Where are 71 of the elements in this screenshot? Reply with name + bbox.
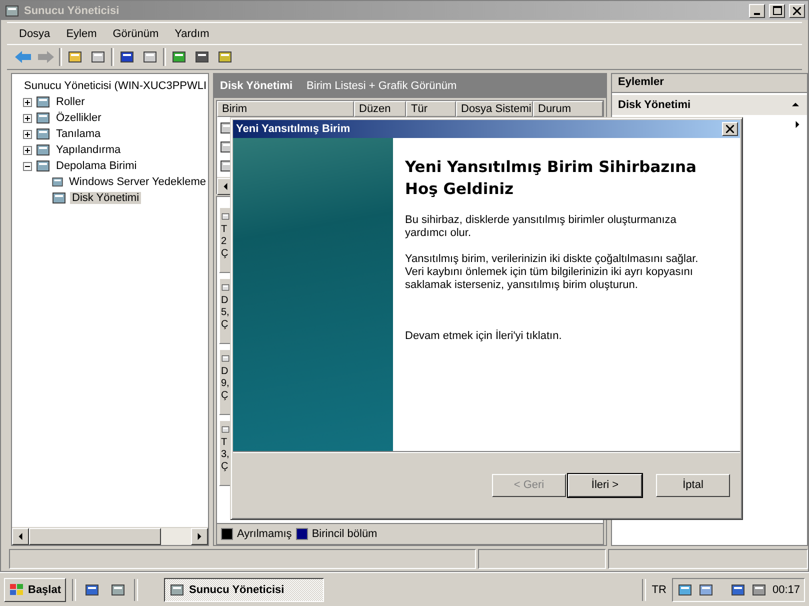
wizard-text: Bu sihirbaz, disklerde yansıtılmış birimler oluşturmanıza yardımcı olur. [405, 214, 678, 240]
tree-expander[interactable] [23, 114, 32, 122]
minimize-icon [754, 12, 760, 14]
disk-text: Ç [221, 390, 230, 402]
menu-item[interactable]: Dosya [13, 26, 56, 42]
language-indicator[interactable]: TR [652, 584, 666, 596]
tree-item[interactable]: Disk Yönetimi [70, 192, 142, 204]
horizontal-scrollbar[interactable] [12, 527, 208, 545]
tree-expander[interactable] [23, 98, 32, 106]
taskbar-button[interactable]: Sunucu Yöneticisi [164, 578, 324, 602]
tree-item[interactable]: Tanılama [54, 128, 103, 140]
wizard-text: Devam etmek için İleri'yi tıklatın. [405, 330, 563, 343]
plus-icon [24, 146, 31, 154]
legend-label: Birincil bölüm [312, 528, 378, 540]
disk-text: T [221, 437, 228, 449]
column-header[interactable]: Dosya Sistemi [456, 101, 533, 117]
start-button[interactable]: Başlat [4, 578, 66, 602]
maximize-button[interactable] [769, 4, 785, 18]
plus-icon [24, 114, 31, 122]
maximize-icon [772, 6, 782, 15]
clock: 00:17 [772, 584, 800, 596]
window-title: Sunucu Yöneticisi [24, 4, 120, 16]
windows-flag-icon [9, 582, 25, 596]
tree-item[interactable]: Roller [54, 96, 87, 108]
disk-text: D [221, 366, 230, 378]
disk-text: Ç [221, 248, 230, 260]
column-header[interactable]: Düzen [354, 101, 406, 117]
actions-section[interactable]: Disk Yönetimi [612, 95, 807, 115]
disk-text: 5, [221, 307, 230, 319]
column-header[interactable]: Tür [406, 101, 456, 117]
actions-title: Eylemler [612, 74, 807, 93]
disk-text: 3, [221, 449, 230, 461]
tree-item[interactable]: Özellikler [54, 112, 104, 124]
disk-text: T [221, 224, 228, 236]
disk-text: 2 [221, 236, 228, 248]
right-arrow-icon [196, 533, 203, 540]
tree-expander[interactable] [23, 130, 32, 138]
disk-text: Ç [221, 461, 230, 473]
tree-item[interactable]: Windows Server Yedekleme [67, 176, 208, 188]
right-arrow-icon [794, 121, 801, 128]
legend-label: Ayrılmamış [237, 528, 292, 540]
wizard-text: Yansıtılmış birim, verilerinizin iki diskte çoğaltılmasını sağlar. Veri kaybını önlemek için tüm bilgilerinizin iki ayrı kopyasını saklamak isterseniz, yansıtılmış birim oluşturun. [405, 253, 700, 292]
wizard-button[interactable]: İptal [656, 474, 730, 496]
minimize-button[interactable] [749, 4, 765, 18]
disk-text: D [221, 295, 230, 307]
tree-expander[interactable] [23, 162, 32, 170]
close-icon [793, 6, 801, 14]
left-arrow-icon [17, 533, 24, 540]
disk-text: Ç [221, 319, 230, 331]
tree-expander[interactable] [23, 146, 32, 154]
panel-subtitle: Birim Listesi + Grafik Görünüm [306, 80, 457, 92]
plus-icon [24, 130, 31, 138]
menu-item[interactable]: Görünüm [106, 26, 165, 42]
menu-item[interactable]: Yardım [168, 26, 216, 42]
menu-item[interactable]: Eylem [60, 26, 103, 42]
dialog-title: Yeni Yansıtılmış Birim [236, 123, 350, 135]
disk-text: 9, [221, 378, 230, 390]
wizard-button[interactable]: İleri > [568, 474, 642, 496]
column-header[interactable]: Birim [217, 101, 354, 117]
close-icon [726, 125, 734, 133]
tree-item[interactable]: Sunucu Yöneticisi (WIN-XUC3PPWLI [22, 80, 208, 92]
panel-title: Disk Yönetimi [220, 80, 293, 92]
left-arrow-icon [222, 183, 229, 190]
close-button[interactable] [789, 4, 805, 18]
plus-icon [24, 98, 31, 106]
close-button[interactable] [722, 122, 738, 136]
caret-icon [792, 101, 799, 108]
column-header[interactable]: Durum [533, 101, 603, 117]
tree-item[interactable]: Depolama Birimi [54, 160, 139, 172]
tree-item[interactable]: Yapılandırma [54, 144, 123, 156]
wizard-heading: Yeni Yansıtılmış Birim Sihirbazına Hoş Geldiniz [405, 157, 698, 200]
